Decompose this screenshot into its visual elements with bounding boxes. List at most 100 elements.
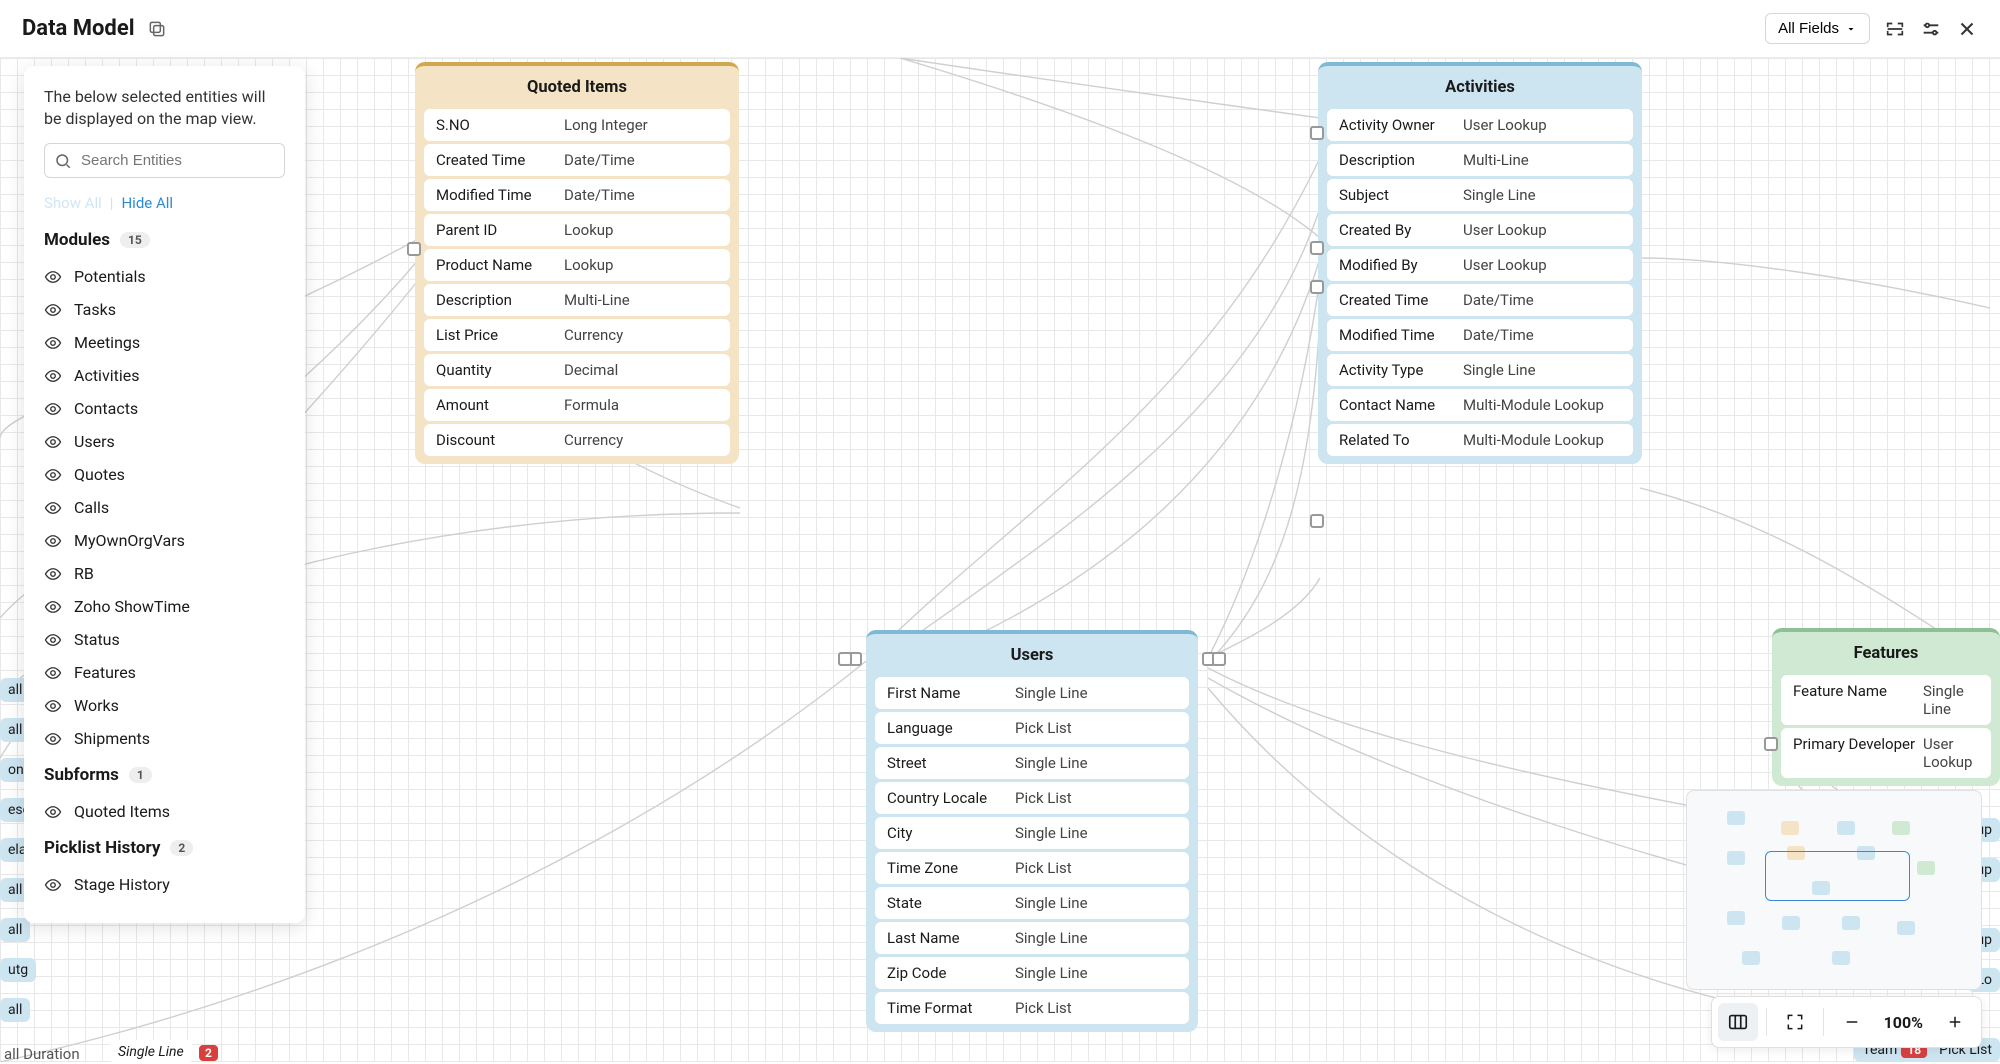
entity-list-item[interactable]: Zoho ShowTime xyxy=(44,590,285,623)
field-row[interactable]: Time FormatPick List xyxy=(875,992,1189,1024)
field-row[interactable]: StreetSingle Line xyxy=(875,747,1189,779)
field-row[interactable]: Contact NameMulti-Module Lookup xyxy=(1327,389,1633,421)
eye-icon[interactable] xyxy=(44,268,62,286)
field-row[interactable]: SubjectSingle Line xyxy=(1327,179,1633,211)
connector-port[interactable] xyxy=(1310,241,1324,255)
connector-port[interactable] xyxy=(838,652,852,666)
fields-dropdown[interactable]: All Fields xyxy=(1765,13,1870,44)
entity-list-item[interactable]: Users xyxy=(44,425,285,458)
field-row[interactable]: Zip CodeSingle Line xyxy=(875,957,1189,989)
eye-icon[interactable] xyxy=(44,697,62,715)
entity-list-item[interactable]: Contacts xyxy=(44,392,285,425)
field-row[interactable]: First NameSingle Line xyxy=(875,677,1189,709)
eye-icon[interactable] xyxy=(44,876,62,894)
settings-sliders-icon[interactable] xyxy=(1920,18,1942,40)
eye-icon[interactable] xyxy=(44,400,62,418)
field-row[interactable]: Created ByUser Lookup xyxy=(1327,214,1633,246)
entity-list-item[interactable]: Calls xyxy=(44,491,285,524)
zoom-out-button[interactable] xyxy=(1832,1003,1872,1041)
connector-port[interactable] xyxy=(1764,737,1778,751)
eye-icon[interactable] xyxy=(44,730,62,748)
canvas[interactable]: all all on esc elat all all utg all all … xyxy=(0,58,2000,1062)
minimap[interactable] xyxy=(1686,790,1982,990)
connector-port[interactable] xyxy=(1310,514,1324,528)
eye-icon[interactable] xyxy=(44,499,62,517)
entity-card-users[interactable]: Users First NameSingle LineLanguagePick … xyxy=(866,630,1198,1032)
section-heading: Subforms1 xyxy=(44,765,285,785)
minimap-toggle-button[interactable] xyxy=(1718,1003,1758,1041)
entity-list-item[interactable]: RB xyxy=(44,557,285,590)
entity-card-activities[interactable]: Activities Activity OwnerUser LookupDesc… xyxy=(1318,62,1642,464)
entity-list-item[interactable]: Works xyxy=(44,689,285,722)
field-row[interactable]: DiscountCurrency xyxy=(424,424,730,456)
field-row[interactable]: LanguagePick List xyxy=(875,712,1189,744)
field-row[interactable]: Modified ByUser Lookup xyxy=(1327,249,1633,281)
connector-port[interactable] xyxy=(1212,652,1226,666)
field-row[interactable]: CitySingle Line xyxy=(875,817,1189,849)
field-row[interactable]: Created TimeDate/Time xyxy=(1327,284,1633,316)
eye-icon[interactable] xyxy=(44,532,62,550)
field-row[interactable]: Last NameSingle Line xyxy=(875,922,1189,954)
entity-list-item[interactable]: Status xyxy=(44,623,285,656)
field-row[interactable]: QuantityDecimal xyxy=(424,354,730,386)
field-row[interactable]: StateSingle Line xyxy=(875,887,1189,919)
entity-list-item[interactable]: Quotes xyxy=(44,458,285,491)
show-all-link[interactable]: Show All xyxy=(44,194,102,212)
eye-icon[interactable] xyxy=(44,631,62,649)
field-row[interactable]: Modified TimeDate/Time xyxy=(424,179,730,211)
eye-icon[interactable] xyxy=(44,598,62,616)
field-row[interactable]: Product NameLookup xyxy=(424,249,730,281)
field-row[interactable]: Created TimeDate/Time xyxy=(424,144,730,176)
field-row[interactable]: DescriptionMulti-Line xyxy=(424,284,730,316)
auto-layout-icon[interactable] xyxy=(1884,18,1906,40)
eye-icon[interactable] xyxy=(44,664,62,682)
entity-card-features[interactable]: Features Feature NameSingle LinePrimary … xyxy=(1772,628,2000,786)
eye-icon[interactable] xyxy=(44,334,62,352)
entity-list-item[interactable]: Stage History xyxy=(44,868,285,901)
field-row[interactable]: Parent IDLookup xyxy=(424,214,730,246)
field-row[interactable]: Time ZonePick List xyxy=(875,852,1189,884)
edge-fragment: all xyxy=(0,998,30,1022)
eye-icon[interactable] xyxy=(44,367,62,385)
field-row[interactable]: Related ToMulti-Module Lookup xyxy=(1327,424,1633,456)
section-heading: Modules15 xyxy=(44,230,285,250)
eye-icon[interactable] xyxy=(44,466,62,484)
zoom-in-button[interactable] xyxy=(1935,1003,1975,1041)
fit-to-screen-button[interactable] xyxy=(1775,1003,1815,1041)
close-icon[interactable] xyxy=(1956,18,1978,40)
connector-port[interactable] xyxy=(407,242,421,256)
field-row[interactable]: Activity OwnerUser Lookup xyxy=(1327,109,1633,141)
entity-list-item[interactable]: Features xyxy=(44,656,285,689)
eye-icon[interactable] xyxy=(44,433,62,451)
field-row[interactable]: List PriceCurrency xyxy=(424,319,730,351)
field-row[interactable]: DescriptionMulti-Line xyxy=(1327,144,1633,176)
field-row[interactable]: Country LocalePick List xyxy=(875,782,1189,814)
entity-list-item[interactable]: MyOwnOrgVars xyxy=(44,524,285,557)
chevron-down-icon xyxy=(1845,23,1857,35)
copy-icon[interactable] xyxy=(147,19,167,39)
search-input[interactable] xyxy=(44,143,285,178)
entity-label: Meetings xyxy=(74,333,140,352)
field-type: Single Line xyxy=(1015,964,1088,982)
field-type: Single Line xyxy=(1015,929,1088,947)
field-row[interactable]: Feature NameSingle Line xyxy=(1781,675,1991,725)
eye-icon[interactable] xyxy=(44,301,62,319)
entity-list-item[interactable]: Activities xyxy=(44,359,285,392)
connector-port[interactable] xyxy=(1310,280,1324,294)
entity-list-item[interactable]: Meetings xyxy=(44,326,285,359)
field-name: Amount xyxy=(436,396,564,414)
field-row[interactable]: Modified TimeDate/Time xyxy=(1327,319,1633,351)
entity-list-item[interactable]: Potentials xyxy=(44,260,285,293)
connector-port[interactable] xyxy=(1310,126,1324,140)
eye-icon[interactable] xyxy=(44,803,62,821)
field-row[interactable]: Primary DeveloperUser Lookup xyxy=(1781,728,1991,778)
entity-list-item[interactable]: Tasks xyxy=(44,293,285,326)
eye-icon[interactable] xyxy=(44,565,62,583)
field-row[interactable]: S.NOLong Integer xyxy=(424,109,730,141)
field-row[interactable]: AmountFormula xyxy=(424,389,730,421)
entity-card-quoted-items[interactable]: Quoted Items S.NOLong IntegerCreated Tim… xyxy=(415,62,739,464)
entity-list-item[interactable]: Shipments xyxy=(44,722,285,755)
field-row[interactable]: Activity TypeSingle Line xyxy=(1327,354,1633,386)
entity-list-item[interactable]: Quoted Items xyxy=(44,795,285,828)
hide-all-link[interactable]: Hide All xyxy=(121,194,173,212)
